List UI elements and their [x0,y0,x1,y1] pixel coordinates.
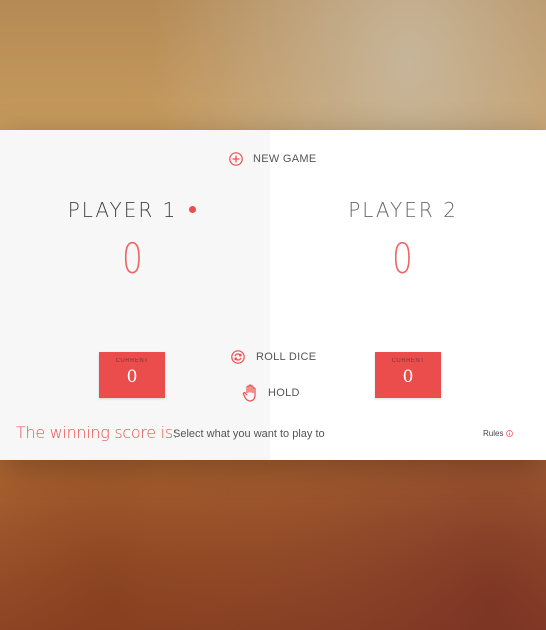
refresh-circle-icon [231,350,245,364]
roll-dice-button[interactable]: ROLL DICE [231,350,316,364]
hand-icon [242,384,256,402]
hold-label: HOLD [268,387,300,399]
player-1-name: PLAYER 1 [67,198,178,222]
player-1-current-label: CURRENT [115,358,149,364]
player-2-current-label: CURRENT [391,358,425,364]
player-2-score: 0 [391,234,413,283]
player-1-current-box: CURRENT 0 [99,352,165,398]
player-1-score: 0 [121,234,143,283]
roll-dice-label: ROLL DICE [256,351,317,363]
winning-score-input[interactable] [170,424,356,444]
winning-score-label: The winning score is: [16,423,178,442]
player-2-current-box: CURRENT 0 [375,352,441,398]
player-1-current-score: 0 [126,367,138,387]
active-player-dot-icon [189,206,197,213]
new-game-button[interactable]: NEW GAME [229,152,317,166]
info-icon [506,430,514,437]
rules-label: Rules [483,429,504,438]
hold-button[interactable]: HOLD [242,384,300,402]
player-2-panel: PLAYER 2 0 CURRENT 0 [270,130,546,460]
game-board: PLAYER 1 0 CURRENT 0 PLAYER 2 0 CURRENT … [0,130,546,460]
player-1-panel: PLAYER 1 0 CURRENT 0 [0,130,270,460]
player-2-name: PLAYER 2 [348,198,458,222]
player-1-name-row: PLAYER 1 [0,198,264,222]
plus-circle-icon [229,152,243,166]
player-2-current-score: 0 [402,367,414,387]
rules-link[interactable]: Rules [483,429,514,438]
new-game-label: NEW GAME [253,153,317,165]
